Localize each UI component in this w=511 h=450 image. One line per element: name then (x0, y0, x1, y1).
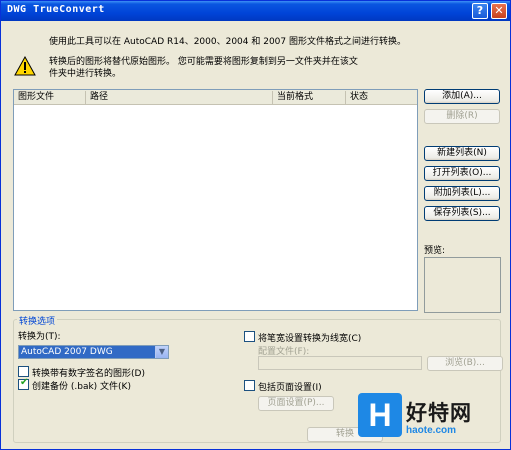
digital-signature-label[interactable]: 转换带有数字签名的图形(D) (32, 366, 145, 379)
add-button[interactable]: 添加(A)... (424, 89, 500, 104)
column-header-drawing-file[interactable]: 图形文件 (14, 91, 86, 104)
preview-box (424, 257, 501, 313)
create-backup-label[interactable]: 创建备份 (.bak) 文件(K) (32, 379, 131, 392)
chevron-down-icon[interactable]: ▼ (155, 346, 168, 358)
watermark-logo: H 好特网 haote.com (358, 393, 510, 441)
drawing-file-list[interactable]: 图形文件 路径 当前格式 状态 (13, 89, 418, 311)
conversion-options-label: 转换选项 (17, 314, 58, 327)
info-text-line3: 件夹中进行转换。 (49, 69, 122, 79)
dialog-window: DWG TrueConvert ? ✕ 使用此工具可以在 AutoCAD R14… (0, 0, 511, 450)
create-backup-checkbox[interactable]: ✔ (18, 377, 29, 390)
page-setup-button[interactable]: 页面设置(P)... (258, 396, 334, 411)
watermark-text: 好特网 (406, 401, 472, 425)
convert-to-value: AutoCAD 2007 DWG (21, 347, 113, 357)
title-bar[interactable]: DWG TrueConvert ? ✕ (1, 1, 510, 21)
save-list-button[interactable]: 保存列表(S)... (424, 206, 500, 221)
watermark-letter: H (368, 397, 392, 433)
open-list-button[interactable]: 打开列表(O)... (424, 166, 500, 181)
convert-to-label: 转换为(T): (18, 332, 61, 342)
close-button[interactable]: ✕ (491, 3, 507, 19)
watermark-mark: H (358, 393, 402, 437)
browse-button[interactable]: 浏览(B)... (427, 356, 503, 371)
column-header-current-format[interactable]: 当前格式 (273, 91, 346, 104)
watermark-url: haote.com (406, 425, 457, 436)
help-button[interactable]: ? (472, 3, 488, 19)
column-header-path[interactable]: 路径 (86, 91, 273, 104)
list-header: 图形文件 路径 当前格式 状态 (14, 90, 417, 105)
new-list-button[interactable]: 新建列表(N) (424, 146, 500, 161)
page-setup-checkbox[interactable] (244, 380, 255, 391)
convert-to-select[interactable]: AutoCAD 2007 DWG ▼ (18, 345, 169, 359)
column-header-status[interactable]: 状态 (346, 91, 417, 104)
remove-button[interactable]: 删除(R) (424, 109, 500, 124)
preview-label: 预览: (424, 246, 446, 256)
linewidth-label[interactable]: 将笔宽设置转换为线宽(C) (258, 331, 361, 344)
checkmark-icon: ✔ (20, 377, 29, 388)
config-file-input[interactable] (258, 356, 422, 370)
linewidth-checkbox[interactable] (244, 331, 255, 342)
append-list-button[interactable]: 附加列表(L)... (424, 186, 500, 201)
window-title: DWG TrueConvert (7, 4, 105, 15)
page-setup-label[interactable]: 包括页面设置(I) (258, 380, 322, 393)
info-text-line1: 使用此工具可以在 AutoCAD R14、2000、2004 和 2007 图形… (49, 37, 406, 47)
digital-signature-checkbox[interactable] (18, 366, 29, 377)
